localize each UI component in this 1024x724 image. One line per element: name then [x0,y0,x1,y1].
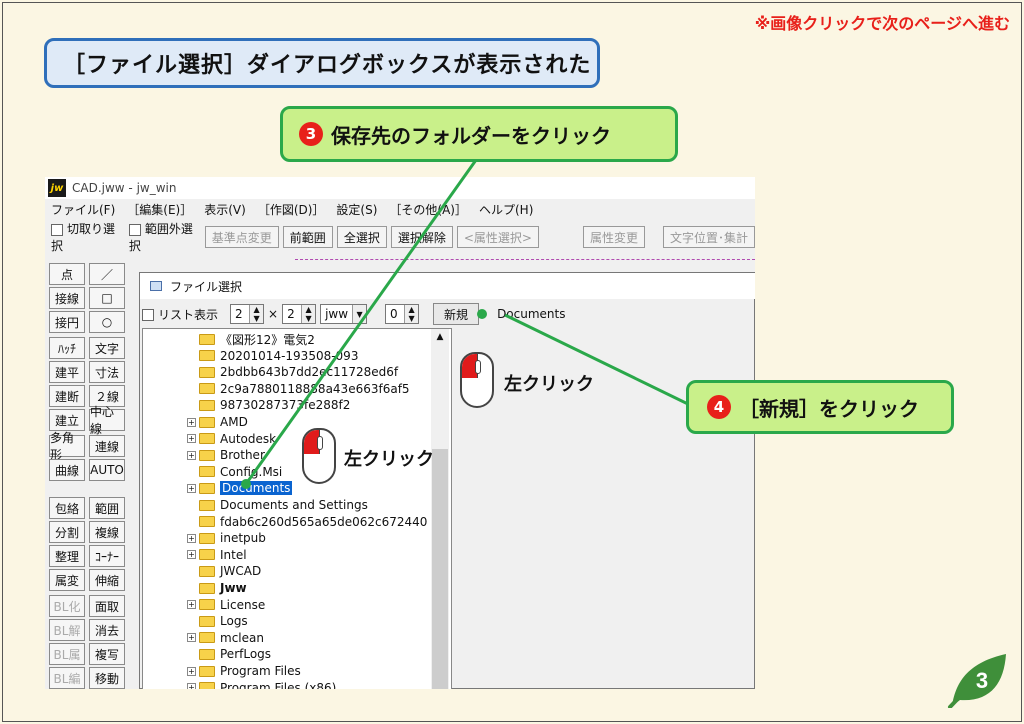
leader-line-step3 [244,159,478,485]
callout-leader-lines [241,159,691,489]
left-click-label-2: 左クリック [504,374,594,395]
left-click-label-1: 左クリック [344,449,434,470]
mouse-left-click-icon [460,352,494,408]
leader-dot-step3 [241,479,251,489]
callout-step4: 4 ［新規］をクリック [686,380,954,434]
step4-number-icon: 4 [707,395,731,419]
callout-step4-text: ［新規］をクリック [739,396,919,421]
leaf-page-badge-icon: 3 [948,654,1006,708]
mouse-left-click-icon [302,428,336,484]
page-number: 3 [976,668,988,693]
